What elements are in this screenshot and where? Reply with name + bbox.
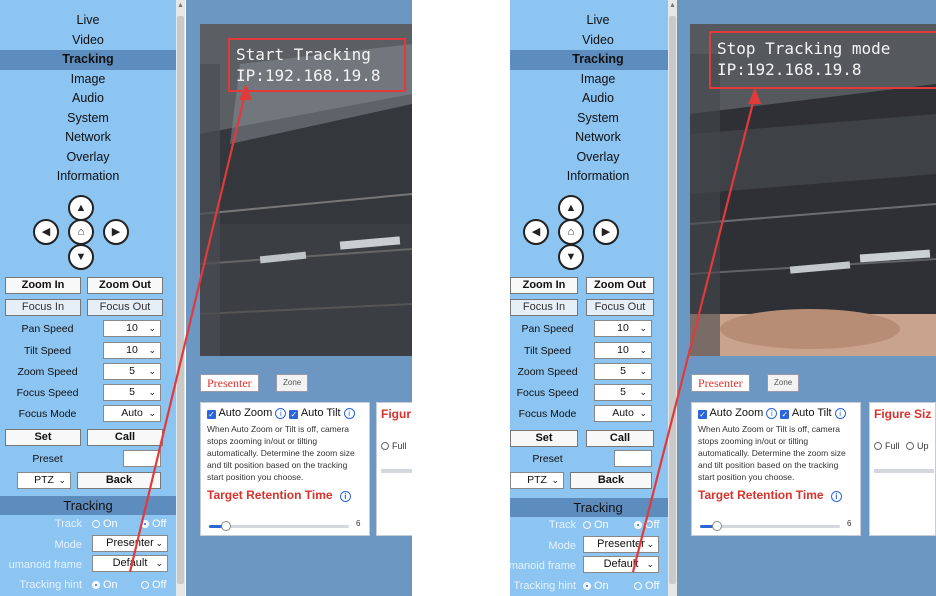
arrow-head-icon — [748, 88, 761, 104]
annotation-arrow-right — [631, 94, 757, 573]
annotation-arrows — [128, 84, 761, 573]
annotation-arrow-left — [128, 89, 248, 573]
arrow-head-icon — [239, 84, 252, 100]
